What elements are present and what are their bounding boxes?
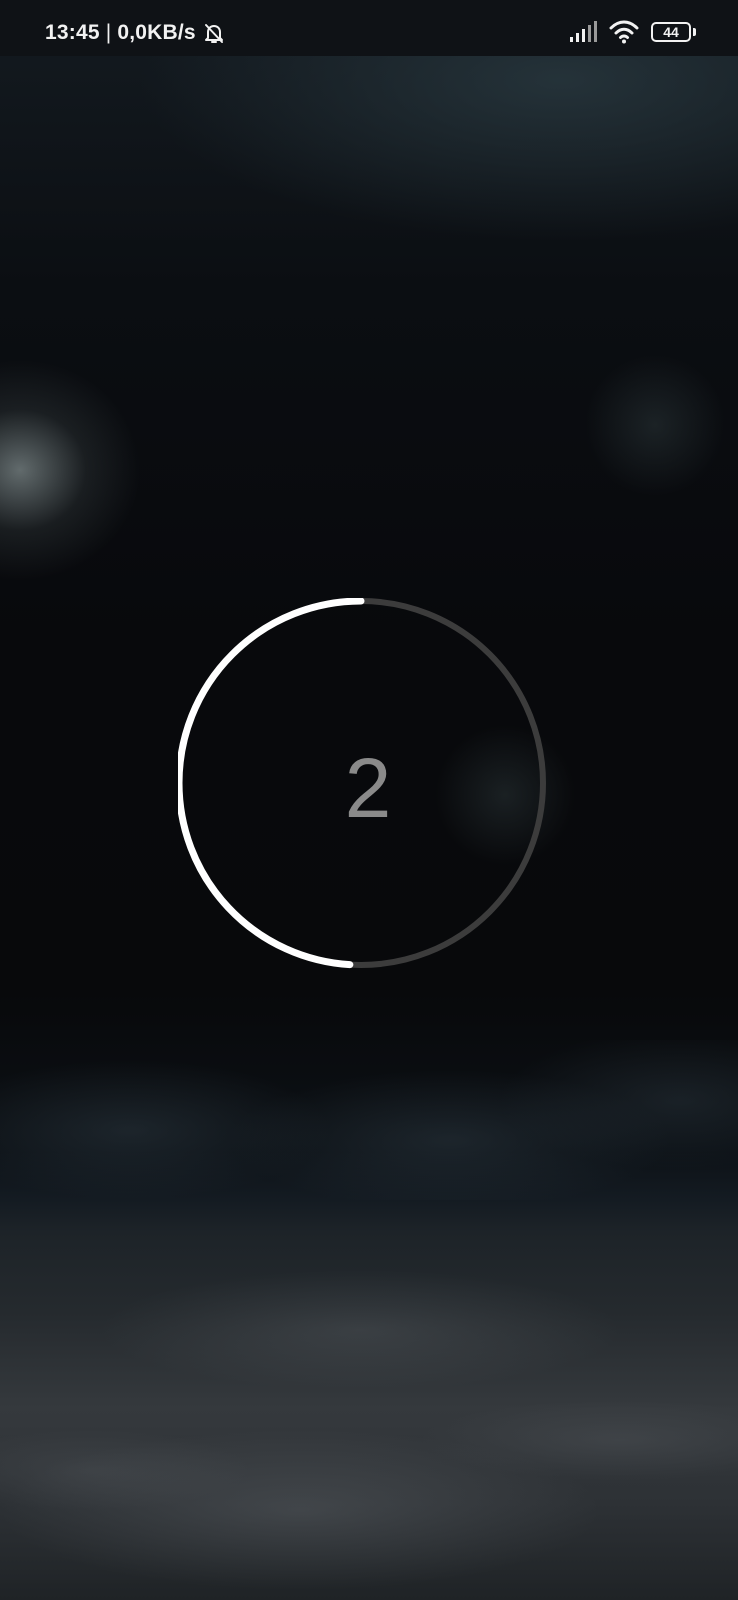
countdown-timer: 2 (178, 598, 558, 978)
network-speed: 0,0KB/s (117, 21, 196, 44)
status-separator: | (105, 21, 112, 44)
app-screen: 13:45 | 0,0KB/s 44 2 (0, 0, 738, 1600)
battery-level: 44 (651, 22, 691, 42)
countdown-number: 2 (344, 740, 392, 835)
battery-tip (693, 28, 696, 36)
background-floor (0, 1190, 738, 1600)
wifi-icon (609, 20, 639, 44)
status-left: 13:45 | 0,0KB/s (45, 21, 226, 45)
background-haze (0, 1040, 738, 1200)
status-time: 13:45 (45, 21, 100, 44)
battery-icon: 44 (651, 22, 696, 42)
signal-icon (570, 21, 597, 42)
status-bar: 13:45 | 0,0KB/s 44 (0, 0, 738, 56)
status-right: 44 (569, 20, 696, 44)
mute-notifications-icon (202, 21, 226, 45)
